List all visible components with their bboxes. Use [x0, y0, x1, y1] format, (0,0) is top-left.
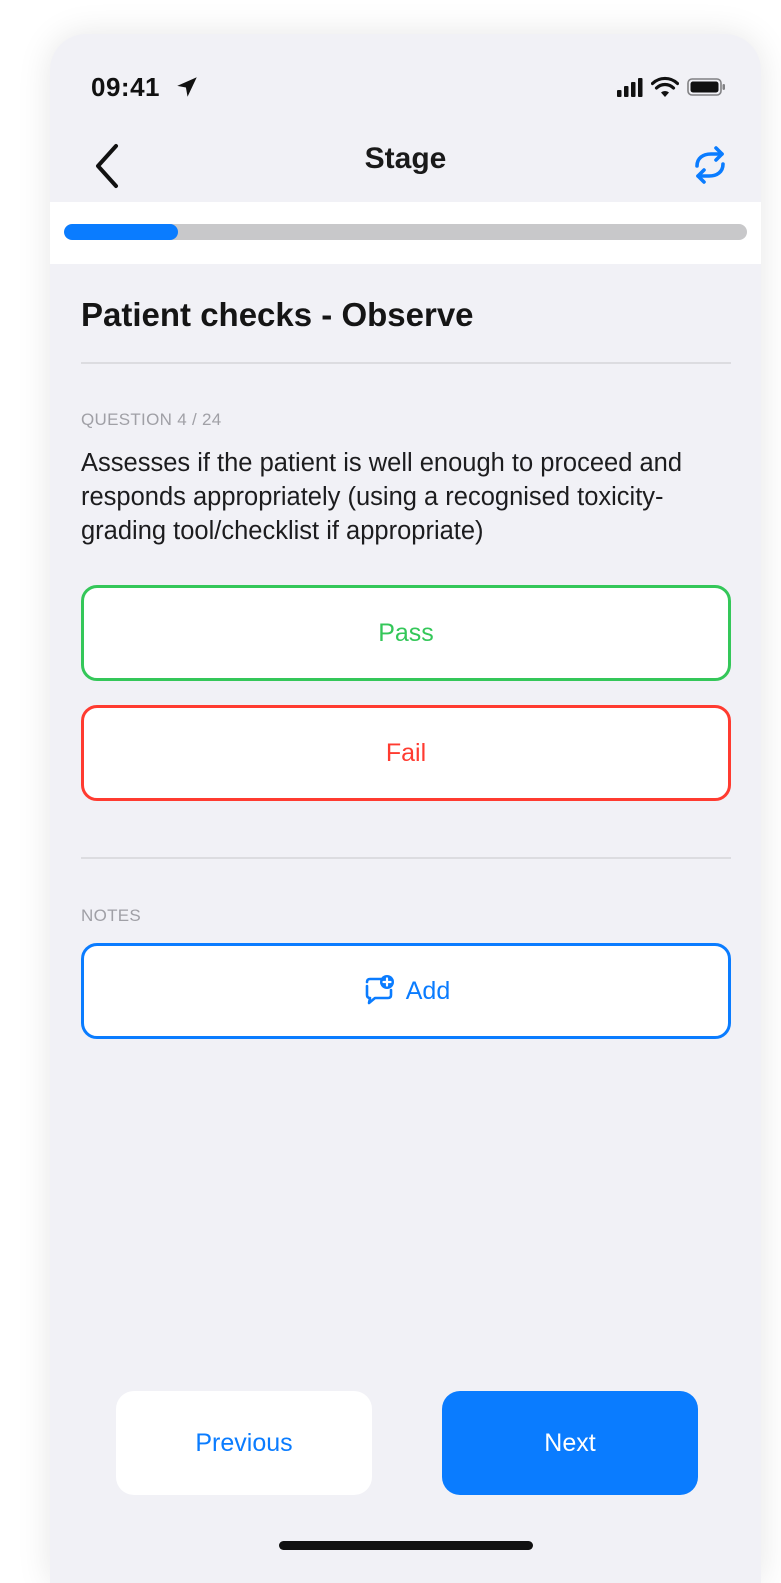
nav-title: Stage — [364, 142, 447, 175]
wifi-icon — [651, 76, 679, 97]
pass-button-label: Pass — [378, 618, 434, 647]
previous-button-label: Previous — [195, 1428, 293, 1457]
status-time: 09:41 — [91, 72, 160, 102]
divider — [81, 857, 731, 859]
cellular-signal-icon — [617, 78, 643, 97]
fail-button-label: Fail — [385, 738, 427, 767]
nav-bar: Stage — [50, 130, 761, 202]
battery-icon — [687, 78, 725, 96]
add-note-button[interactable]: Add — [81, 943, 731, 1039]
next-button-label: Next — [544, 1428, 596, 1457]
previous-button[interactable]: Previous — [116, 1391, 372, 1495]
divider — [81, 362, 731, 364]
status-icons — [617, 76, 727, 98]
notes-label: NOTES — [81, 906, 142, 925]
question-text: Assesses if the patient is well enough t… — [81, 449, 683, 545]
fail-button[interactable]: Fail — [81, 705, 731, 801]
sync-icon[interactable] — [685, 140, 735, 190]
add-comment-icon — [365, 975, 394, 1005]
question-counter: QUESTION 4 / 24 — [81, 410, 222, 429]
next-button[interactable]: Next — [442, 1391, 698, 1495]
home-indicator — [279, 1541, 533, 1550]
progress-bar — [64, 224, 747, 240]
section-title: Patient checks - Observe — [81, 296, 474, 333]
location-arrow-icon — [177, 77, 197, 97]
status-bar: 09:41 — [50, 34, 761, 134]
progress-section — [50, 202, 761, 264]
progress-bar-fill — [64, 224, 179, 240]
phone-screen: 09:41 Stage Patient checks - Observe QUE… — [50, 34, 761, 1583]
add-note-label: Add — [405, 976, 451, 1005]
pass-button[interactable]: Pass — [81, 585, 731, 681]
